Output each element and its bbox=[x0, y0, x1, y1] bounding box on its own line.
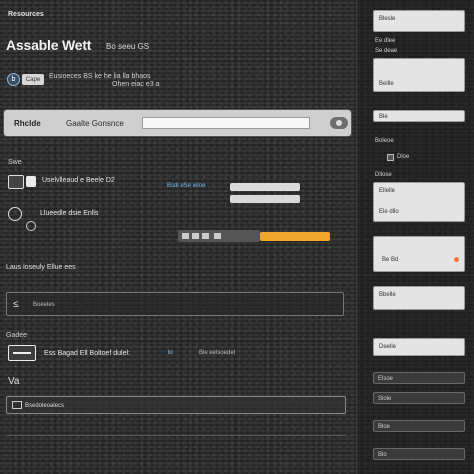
toolbar-title: Rhclde bbox=[14, 119, 41, 128]
progress-segment bbox=[214, 233, 221, 239]
row-text: Ess Bagad Ell Boltoef dulel: bbox=[44, 350, 130, 357]
panel-card-label: Ellelle bbox=[379, 188, 396, 194]
section-label: Laus loseuly Ellue ees bbox=[6, 264, 76, 271]
panel-card-label: Bellle bbox=[379, 81, 394, 87]
info-text-line2: Ohen eiac e3 a bbox=[112, 81, 160, 88]
toolbar-input[interactable] bbox=[142, 117, 310, 129]
panel-button[interactable]: Deelle bbox=[373, 338, 465, 356]
less-equal-icon: ≤ bbox=[13, 299, 19, 310]
row-text: Llueedle dsie Enlls bbox=[40, 210, 99, 217]
panel-card[interactable]: Be Bd bbox=[373, 236, 465, 272]
app-title: Assable Wett bbox=[6, 37, 92, 53]
status-dot-icon bbox=[454, 257, 459, 262]
box-icon bbox=[12, 401, 22, 409]
divider bbox=[6, 435, 346, 436]
panel-button[interactable]: Blesle bbox=[373, 10, 465, 32]
toggle-knob-icon bbox=[336, 120, 342, 126]
field-value: Bsedoleoalecs bbox=[25, 403, 65, 409]
right-panel: Blesle Ee dlee Se deae Bellle Ble Boleoe… bbox=[356, 0, 474, 474]
panel-button-label: Blesle bbox=[379, 16, 396, 22]
panel-label: Dllose bbox=[375, 172, 392, 178]
top-label: Resources bbox=[8, 11, 44, 18]
toolbar-toggle-button[interactable] bbox=[330, 117, 348, 129]
panel-label: Se deae bbox=[375, 48, 398, 54]
panel-row[interactable]: Bloe bbox=[373, 420, 465, 432]
panel-label: Ee dlee bbox=[375, 38, 396, 44]
panel-row[interactable]: Blo bbox=[373, 448, 465, 460]
panel-card-label: Ele dllo bbox=[379, 209, 399, 215]
progress-segment bbox=[182, 233, 189, 239]
panel-label: Boleoe bbox=[375, 138, 394, 144]
panel-row-label: Elsoe bbox=[378, 376, 394, 382]
text-field[interactable]: Bsedoleoalecs bbox=[6, 396, 346, 414]
slider-bar[interactable] bbox=[230, 183, 300, 191]
panel-row-label: Slole bbox=[378, 396, 392, 402]
progress-bar[interactable] bbox=[178, 230, 330, 242]
panel-button-label: Deelle bbox=[379, 344, 397, 350]
field-placeholder: Boeeles bbox=[33, 302, 55, 308]
panel-card[interactable]: Ellelle Ele dllo bbox=[373, 182, 465, 222]
panel-field[interactable]: Ble bbox=[373, 110, 465, 122]
panel-card[interactable]: Bellle bbox=[373, 58, 465, 92]
row-note: Ble eelsoedel bbox=[199, 350, 236, 356]
panel-card-label: Be Bd bbox=[382, 257, 399, 263]
slider-bar[interactable] bbox=[230, 195, 300, 203]
info-tag[interactable]: Cape bbox=[22, 74, 44, 85]
text-field[interactable]: ≤ Boeeles bbox=[6, 292, 344, 316]
app-subtitle: Bo seeu GS bbox=[106, 42, 150, 51]
minus-icon[interactable] bbox=[8, 345, 36, 361]
row-link[interactable]: Bsdl eSe ieloe bbox=[167, 183, 205, 189]
toolbar: Rhclde Gaalte Gonsnce bbox=[4, 110, 351, 136]
panel-button-label: Bbelle bbox=[379, 292, 396, 298]
panel-row[interactable]: Elsoe bbox=[373, 372, 465, 384]
file-icon bbox=[26, 176, 36, 187]
panel-row-label: Bloe bbox=[378, 424, 391, 430]
progress-segment bbox=[192, 233, 199, 239]
panel-button[interactable]: Bbelle bbox=[373, 286, 465, 310]
field-label: Va bbox=[8, 376, 20, 387]
panel-checkbox[interactable] bbox=[387, 154, 394, 161]
toolbar-label: Gaalte Gonsnce bbox=[66, 119, 124, 128]
panel-field-label: Ble bbox=[379, 114, 388, 120]
panel-checkbox-label: Dloe bbox=[397, 154, 410, 160]
progress-bar-fill bbox=[260, 232, 330, 241]
section-label: Gadee bbox=[6, 332, 28, 339]
progress-bar-track bbox=[178, 230, 260, 242]
row-link[interactable]: lo bbox=[168, 350, 173, 356]
info-text-line1: Eusioeces BS ke he lia lla bhaos bbox=[49, 73, 151, 80]
panel-row[interactable]: Slole bbox=[373, 392, 465, 404]
row-text: Uselvlleaud e Beele D2 bbox=[42, 177, 115, 184]
progress-segment bbox=[202, 233, 209, 239]
user-icon bbox=[8, 207, 22, 221]
section-label: Swe bbox=[8, 159, 22, 166]
info-badge: b bbox=[7, 73, 20, 86]
help-icon[interactable] bbox=[26, 221, 36, 231]
image-icon bbox=[8, 175, 24, 189]
panel-row-label: Blo bbox=[378, 452, 387, 458]
